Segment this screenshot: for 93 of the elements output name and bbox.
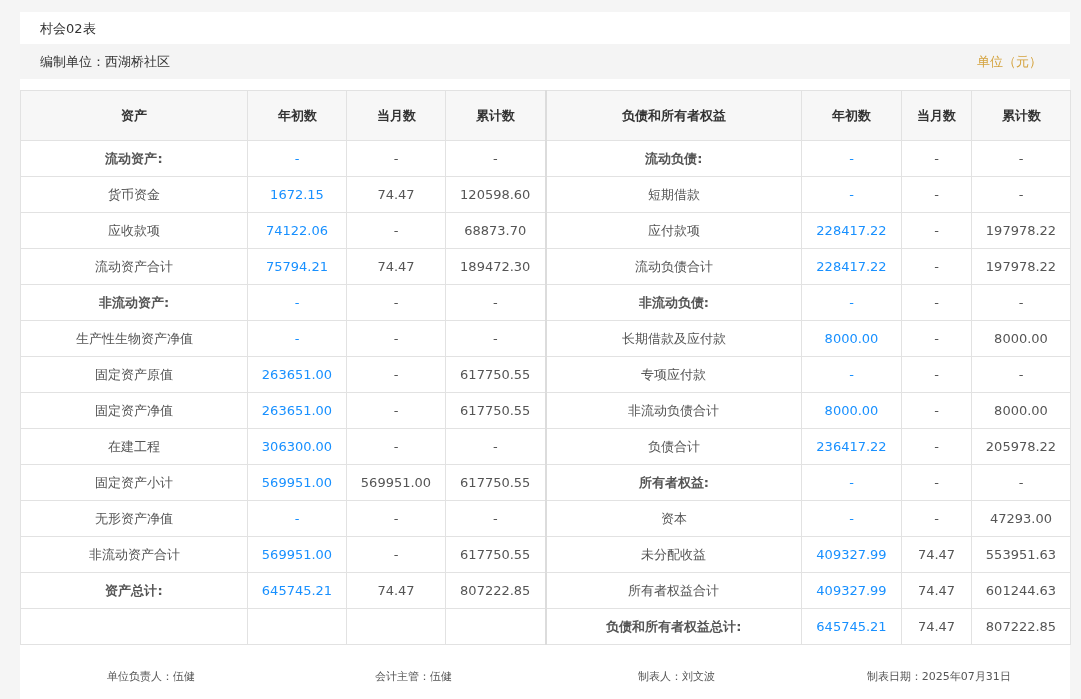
column-header: 累计数	[971, 90, 1071, 141]
row-label-cell: 生产性生物资产净值	[20, 320, 248, 357]
amount-cell: -	[901, 176, 972, 213]
row-label-cell: 资本	[545, 500, 802, 537]
amount-cell: -	[901, 212, 972, 249]
amount-cell: -	[346, 140, 446, 177]
amount-link[interactable]: -	[849, 511, 854, 526]
amount-cell: -	[346, 392, 446, 429]
row-label-cell: 资产总计:	[20, 572, 248, 609]
row-label-cell: 应付款项	[545, 212, 802, 249]
amount-link[interactable]: -	[849, 475, 854, 490]
row-label-cell: 非流动负债合计	[545, 392, 802, 429]
row-label-cell: 应收款项	[20, 212, 248, 249]
column-header: 累计数	[445, 90, 546, 141]
amount-cell: -	[346, 212, 446, 249]
signature-label: 会计主管：伍健	[375, 669, 453, 684]
amount-cell: 197978.22	[971, 212, 1071, 249]
row-label-cell: 专项应付款	[545, 356, 802, 393]
amount-cell: 74.47	[346, 572, 446, 609]
amount-cell: 74.47	[901, 608, 972, 645]
amount-cell: -	[346, 320, 446, 357]
amount-cell: 205978.22	[971, 428, 1071, 465]
report-title: 村会02表	[40, 21, 96, 36]
amount-cell: 74.47	[901, 536, 972, 573]
amount-cell: -	[901, 320, 972, 357]
column-header: 年初数	[247, 90, 347, 141]
amount-cell: -	[346, 356, 446, 393]
amount-link[interactable]: -	[294, 151, 300, 166]
row-label-cell: 所有者权益:	[545, 464, 802, 501]
amount-cell: -	[971, 464, 1071, 501]
row-label-cell: 负债和所有者权益总计:	[545, 608, 802, 645]
amount-cell: -	[901, 284, 972, 321]
amount-link[interactable]: -	[294, 331, 300, 346]
row-label-cell: 流动负债合计	[545, 248, 802, 285]
row-label-cell: 无形资产净值	[20, 500, 248, 537]
row-label-cell: 短期借款	[545, 176, 802, 213]
signature-label: 制表人：刘文波	[637, 669, 715, 684]
row-label-cell: 流动负债:	[545, 140, 802, 177]
amount-cell: 74.47	[346, 176, 446, 213]
amount-cell: -	[971, 140, 1071, 177]
amount-cell: -	[971, 356, 1071, 393]
amount-cell: -	[901, 392, 972, 429]
unit-org-label: 编制单位：西湖桥社区	[40, 52, 170, 71]
amount-link[interactable]: -	[849, 187, 854, 202]
signature-label: 制表日期：2025年07月31日	[866, 669, 1011, 684]
row-label-cell: 非流动负债:	[545, 284, 802, 321]
amount-cell: -	[901, 428, 972, 465]
row-label-cell: 非流动资产合计	[20, 536, 248, 573]
amount-cell: -	[346, 500, 446, 537]
amount-cell: 47293.00	[971, 500, 1071, 537]
amount-cell: -	[901, 500, 972, 537]
amount-cell: -	[971, 284, 1071, 321]
amount-cell: -	[901, 464, 972, 501]
column-header: 当月数	[346, 90, 446, 141]
row-label-cell: 非流动资产:	[20, 284, 248, 321]
row-label-cell: 未分配收益	[545, 536, 802, 573]
amount-link[interactable]: -	[294, 295, 300, 310]
amount-cell: 74.47	[346, 248, 446, 285]
amount-cell: 569951.00	[346, 464, 446, 501]
amount-cell: 197978.22	[971, 248, 1071, 285]
amount-cell: 74.47	[901, 572, 972, 609]
amount-link[interactable]: -	[849, 151, 854, 166]
row-label-cell: 固定资产净值	[20, 392, 248, 429]
amount-cell: -	[901, 248, 972, 285]
row-label-cell: 所有者权益合计	[545, 572, 802, 609]
amount-cell: -	[901, 356, 972, 393]
column-header: 当月数	[901, 90, 972, 141]
row-label-cell: 流动资产合计	[20, 248, 248, 285]
column-header: 负债和所有者权益	[545, 90, 802, 141]
column-header: 资产	[20, 90, 248, 141]
amount-cell: 807222.85	[971, 608, 1071, 645]
amount-cell: -	[901, 140, 972, 177]
row-label-cell: 长期借款及应付款	[545, 320, 802, 357]
signature-label: 单位负责人：伍健	[107, 669, 196, 684]
row-label-cell: 流动资产:	[20, 140, 248, 177]
amount-cell: -	[346, 284, 446, 321]
amount-cell: 8000.00	[971, 392, 1071, 429]
amount-cell: 8000.00	[971, 320, 1071, 357]
currency-unit-label: 单位（元）	[977, 52, 1042, 71]
amount-cell: -	[971, 176, 1071, 213]
row-label-cell: 负债合计	[545, 428, 802, 465]
amount-cell: -	[346, 428, 446, 465]
amount-cell: -	[346, 536, 446, 573]
amount-link[interactable]: -	[849, 295, 854, 310]
row-label-cell: 固定资产原值	[20, 356, 248, 393]
amount-link[interactable]: -	[849, 367, 854, 382]
column-header: 年初数	[801, 90, 902, 141]
row-label-cell: 固定资产小计	[20, 464, 248, 501]
row-label-cell: 在建工程	[20, 428, 248, 465]
amount-cell: 601244.63	[971, 572, 1071, 609]
amount-link[interactable]: -	[294, 511, 300, 526]
amount-cell: 553951.63	[971, 536, 1071, 573]
row-label-cell: 货币资金	[20, 176, 248, 213]
